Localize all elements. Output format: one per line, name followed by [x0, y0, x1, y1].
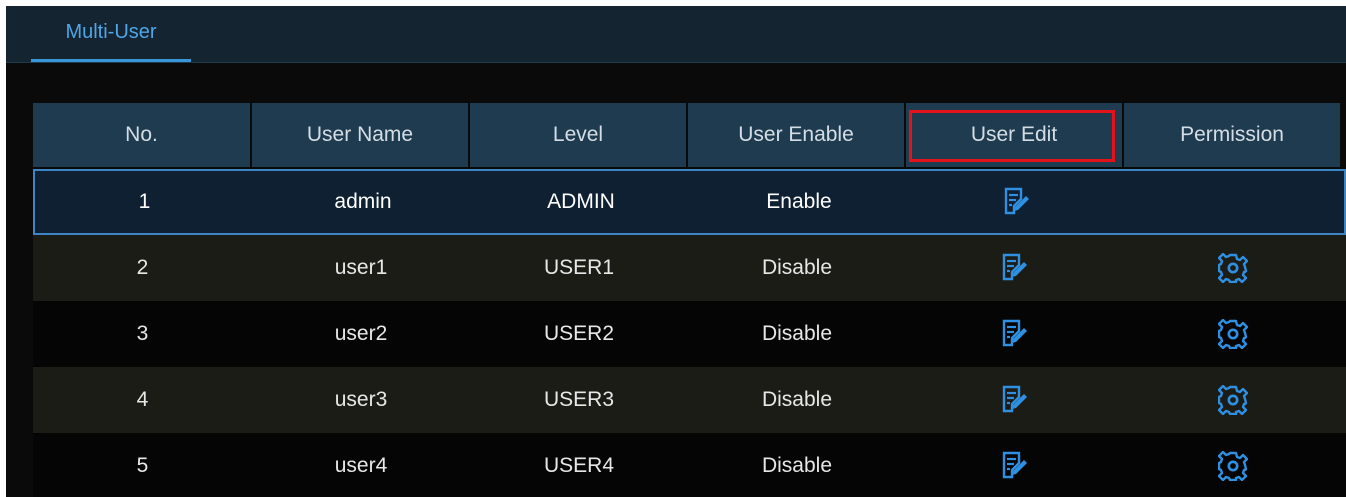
- cell-user-enable: Disable: [761, 388, 833, 411]
- edit-icon[interactable]: [997, 382, 1033, 418]
- cell-user-enable: Disable: [761, 454, 833, 477]
- cell-no: 3: [136, 322, 149, 345]
- tab-bar: Multi-User: [6, 6, 1346, 63]
- edit-icon[interactable]: [997, 250, 1033, 286]
- cell-user-enable: Disable: [761, 322, 833, 345]
- cell-user-edit: [906, 367, 1124, 433]
- table-row[interactable]: 5 user4 USER4 Disable: [33, 433, 1346, 497]
- column-header-user-enable[interactable]: User Enable: [688, 103, 904, 167]
- table-header-row: No. User Name Level User Enable User Edi…: [33, 103, 1346, 169]
- cell-user-name: user3: [334, 388, 388, 411]
- table-row[interactable]: 1 admin ADMIN Enable: [33, 169, 1346, 235]
- column-header-level[interactable]: Level: [470, 103, 686, 167]
- cell-user-edit: [906, 433, 1124, 497]
- cell-level: ADMIN: [547, 190, 615, 213]
- cell-user-edit: [906, 235, 1124, 301]
- cell-user-name: admin: [334, 190, 392, 213]
- cell-user-edit: [906, 301, 1124, 367]
- cell-permission: [1124, 367, 1342, 433]
- edit-icon[interactable]: [999, 184, 1035, 220]
- table-row[interactable]: 4 user3 USER3 Disable: [33, 367, 1346, 433]
- cell-permission: [1124, 301, 1342, 367]
- gear-icon[interactable]: [1215, 448, 1251, 484]
- cell-no: 4: [136, 388, 149, 411]
- tab-multi-user[interactable]: Multi-User: [31, 6, 191, 62]
- column-header-user-edit[interactable]: User Edit: [906, 103, 1122, 167]
- cell-user-edit: [908, 171, 1126, 233]
- cell-user-name: user2: [334, 322, 388, 345]
- gear-icon[interactable]: [1215, 382, 1251, 418]
- user-table: No. User Name Level User Enable User Edi…: [33, 103, 1346, 497]
- edit-icon[interactable]: [997, 448, 1033, 484]
- cell-user-name: user4: [334, 454, 388, 477]
- table-row[interactable]: 3 user2 USER2 Disable: [33, 301, 1346, 367]
- gear-icon[interactable]: [1215, 316, 1251, 352]
- cell-level: USER2: [543, 322, 615, 345]
- cell-level: USER1: [543, 256, 615, 279]
- cell-permission: [1124, 433, 1342, 497]
- gear-icon[interactable]: [1215, 250, 1251, 286]
- cell-user-enable: Enable: [766, 190, 832, 213]
- app-frame: Multi-User No. User Name Level User Enab…: [6, 6, 1346, 497]
- cell-user-name: user1: [334, 256, 388, 279]
- cell-no: 2: [136, 256, 149, 279]
- cell-level: USER4: [543, 454, 615, 477]
- cell-level: USER3: [543, 388, 615, 411]
- column-header-permission[interactable]: Permission: [1124, 103, 1340, 167]
- cell-permission: [1124, 235, 1342, 301]
- cell-user-enable: Disable: [761, 256, 833, 279]
- cell-no: 5: [136, 454, 149, 477]
- edit-icon[interactable]: [997, 316, 1033, 352]
- column-header-no[interactable]: No.: [33, 103, 250, 167]
- table-row[interactable]: 2 user1 USER1 Disable: [33, 235, 1346, 301]
- cell-permission: [1126, 171, 1344, 233]
- cell-no: 1: [138, 190, 151, 213]
- column-header-user-name[interactable]: User Name: [252, 103, 468, 167]
